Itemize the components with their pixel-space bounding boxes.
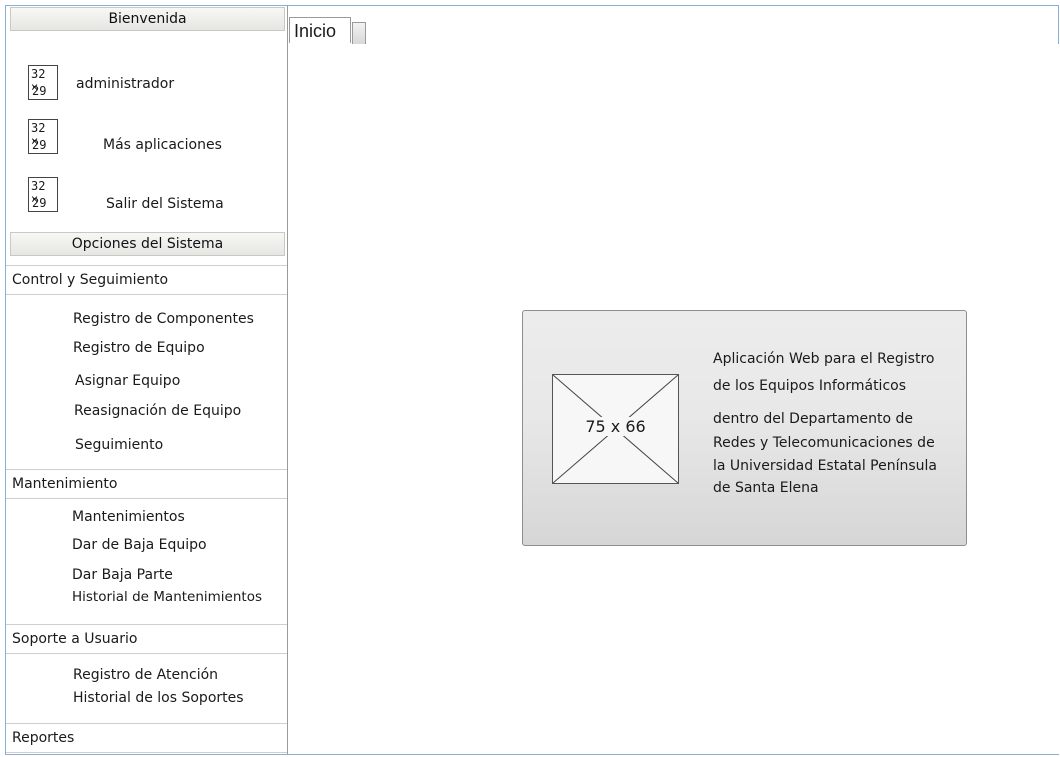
icon-size-bottom: 29 <box>32 84 47 98</box>
description-line: dentro del Departamento de <box>713 411 913 427</box>
menu-item-dar-baja-equipo[interactable]: Dar de Baja Equipo <box>72 537 207 553</box>
logo-placeholder: 75 x 66 <box>552 374 679 484</box>
description-line: Redes y Telecomunicaciones de <box>713 435 935 451</box>
menu-item-registro-equipo[interactable]: Registro de Equipo <box>73 340 205 356</box>
tab-strip: Inicio <box>287 6 1058 45</box>
menu-item-seguimiento[interactable]: Seguimiento <box>75 437 163 453</box>
menu-item-reasignacion-equipo[interactable]: Reasignación de Equipo <box>74 403 241 419</box>
menu-item-registro-atencion[interactable]: Registro de Atención <box>73 667 218 683</box>
icon-size-bottom: 29 <box>32 138 47 152</box>
menu-item-mantenimientos[interactable]: Mantenimientos <box>72 509 185 525</box>
sidebar: Bienvenida 32 × 29 administrador 32 × 29… <box>6 6 288 754</box>
user-menu-label: Más aplicaciones <box>103 137 222 153</box>
tab-inicio[interactable]: Inicio <box>289 17 351 43</box>
user-icon: 32 × 29 <box>28 65 58 100</box>
welcome-header[interactable]: Bienvenida <box>10 7 285 31</box>
description-line: de Santa Elena <box>713 480 819 496</box>
section-mantenimiento[interactable]: Mantenimiento <box>6 469 287 499</box>
description-line: Aplicación Web para el Registro <box>713 351 935 367</box>
description-line: la Universidad Estatal Península <box>713 458 938 474</box>
description-line: de los Equipos Informáticos <box>713 378 906 394</box>
logout-icon: 32 × 29 <box>28 177 58 212</box>
icon-size-bottom: 29 <box>32 196 47 210</box>
options-header[interactable]: Opciones del Sistema <box>10 232 285 256</box>
user-menu-label: administrador <box>76 76 175 92</box>
menu-item-asignar-equipo[interactable]: Asignar Equipo <box>75 373 180 389</box>
user-menu-label: Salir del Sistema <box>106 196 224 212</box>
section-reportes[interactable]: Reportes <box>6 723 287 753</box>
section-control-seguimiento[interactable]: Control y Seguimiento <box>6 265 287 295</box>
section-soporte-usuario[interactable]: Soporte a Usuario <box>6 624 287 654</box>
info-card: 75 x 66 Aplicación Web para el Registro … <box>522 310 967 546</box>
menu-item-registro-componentes[interactable]: Registro de Componentes <box>73 311 254 327</box>
apps-icon: 32 × 29 <box>28 119 58 154</box>
tab-scroll-handle[interactable] <box>352 22 366 44</box>
menu-item-historial-soportes[interactable]: Historial de los Soportes <box>73 690 244 706</box>
logo-size-label: 75 x 66 <box>553 417 678 436</box>
menu-item-historial-mantenimientos[interactable]: Historial de Mantenimientos <box>72 589 262 605</box>
menu-item-dar-baja-parte[interactable]: Dar Baja Parte <box>72 567 173 583</box>
logo-size-text: 75 x 66 <box>583 417 648 436</box>
